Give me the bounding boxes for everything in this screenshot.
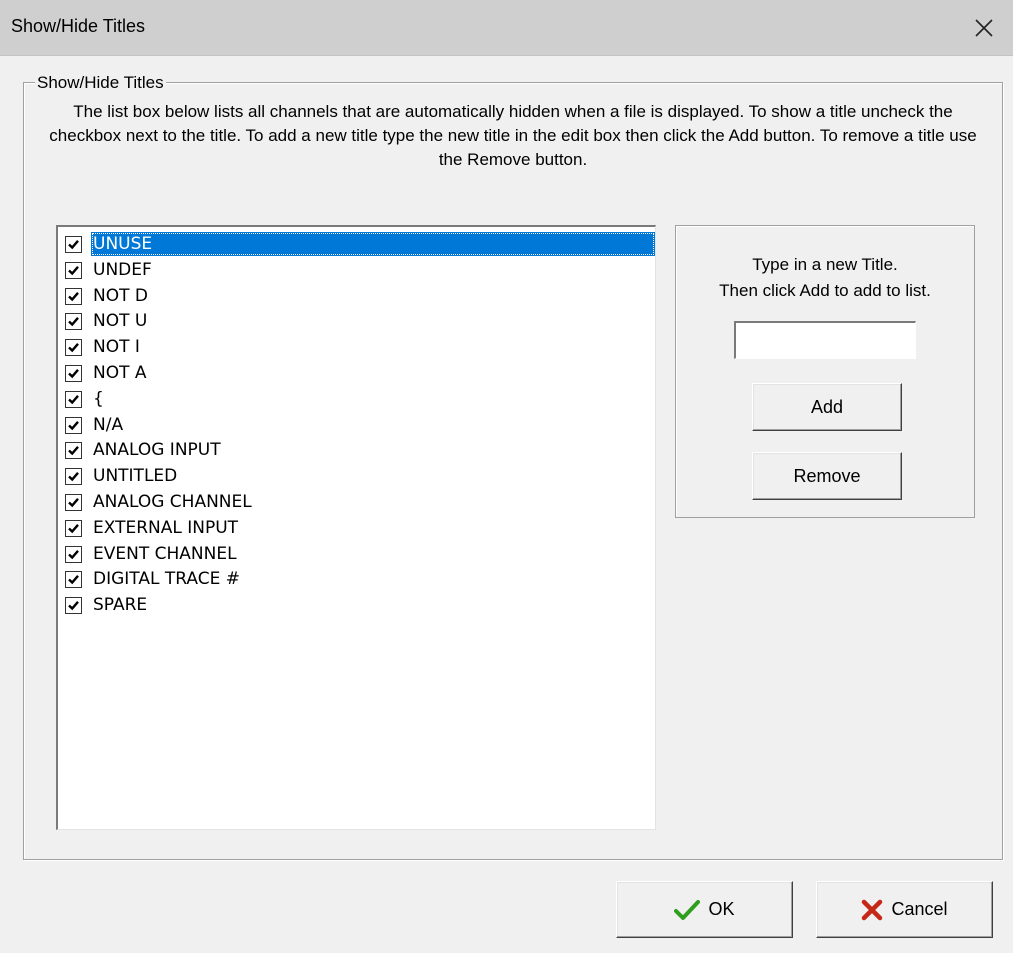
title-checkbox[interactable] — [65, 519, 82, 537]
title-label: ANALOG CHANNEL — [93, 492, 252, 512]
title-bar[interactable]: Show/Hide Titles — [0, 0, 1013, 56]
title-checkbox[interactable] — [65, 313, 82, 331]
title-checkbox[interactable] — [65, 494, 82, 511]
new-title-input[interactable] — [734, 321, 916, 359]
title-checkbox[interactable] — [65, 390, 82, 408]
add-button-label: Add — [810, 396, 844, 417]
list-item[interactable]: NOT A — [64, 360, 652, 386]
title-label: DIGITAL TRACE # — [93, 569, 240, 590]
list-item[interactable]: UNUSE — [64, 231, 655, 257]
title-checkbox[interactable] — [65, 545, 82, 563]
title-checkbox[interactable] — [65, 365, 82, 382]
window-title: Show/Hide Titles — [11, 16, 146, 36]
cancel-button-label: Cancel — [891, 899, 948, 919]
title-label: UNUSE — [91, 232, 655, 256]
list-item[interactable]: NOT D — [64, 283, 652, 309]
group-label: Show/Hide Titles — [35, 73, 166, 93]
list-item[interactable]: ANALOG CHANNEL — [64, 489, 652, 515]
remove-button[interactable]: Remove — [752, 452, 902, 500]
title-checkbox[interactable] — [65, 571, 82, 589]
title-label: NOT A — [93, 363, 147, 383]
cancel-button[interactable]: Cancel — [816, 881, 993, 938]
list-item[interactable]: N/A — [64, 412, 652, 438]
checkmark-icon — [674, 899, 701, 921]
add-instruction-line1: Type in a new Title. — [752, 255, 898, 274]
close-icon — [975, 19, 993, 37]
title-checkbox[interactable] — [65, 442, 82, 460]
x-icon — [861, 899, 883, 921]
add-button[interactable]: Add — [752, 383, 902, 431]
list-item[interactable]: NOT I — [64, 334, 652, 360]
titles-list[interactable]: UNUSE UNDEF NOT D NOT U NOT I NOT A { N/A ANALOG… — [56, 225, 656, 830]
title-label: UNDEF — [93, 259, 152, 280]
ok-button[interactable]: OK — [616, 881, 793, 938]
title-checkbox[interactable] — [65, 597, 82, 615]
list-item[interactable]: ANALOG INPUT — [64, 437, 652, 463]
list-item[interactable]: NOT U — [64, 308, 652, 334]
title-checkbox[interactable] — [65, 261, 82, 279]
list-item[interactable]: SPARE — [64, 592, 652, 618]
title-label: UNTITLED — [93, 466, 178, 487]
title-checkbox[interactable] — [65, 416, 82, 434]
remove-button-label: Remove — [793, 465, 861, 486]
list-item[interactable]: EXTERNAL INPUT — [64, 515, 652, 541]
title-label: { — [93, 388, 104, 409]
title-label: ANALOG INPUT — [93, 440, 221, 461]
instructions-text: The list box below lists all channels th… — [49, 102, 977, 169]
list-item[interactable]: UNTITLED — [64, 463, 652, 489]
list-item[interactable]: EVENT CHANNEL — [64, 541, 652, 567]
list-item[interactable]: UNDEF — [64, 257, 652, 283]
title-label: N/A — [93, 414, 124, 435]
title-checkbox[interactable] — [65, 339, 82, 357]
title-label: EVENT CHANNEL — [93, 543, 237, 564]
title-checkbox[interactable] — [65, 287, 82, 305]
title-label: EXTERNAL INPUT — [93, 517, 239, 538]
title-checkbox[interactable] — [65, 468, 82, 486]
list-item[interactable]: { — [64, 386, 652, 412]
title-label: NOT U — [93, 311, 148, 332]
close-button[interactable] — [955, 0, 1013, 56]
title-label: SPARE — [93, 595, 148, 616]
list-item[interactable]: DIGITAL TRACE # — [64, 566, 652, 592]
title-label: NOT I — [93, 337, 140, 358]
title-label: NOT D — [93, 285, 148, 306]
title-checkbox[interactable] — [65, 236, 82, 253]
add-instruction-line2: Then click Add to add to list. — [719, 281, 931, 300]
ok-button-label: OK — [708, 899, 735, 919]
